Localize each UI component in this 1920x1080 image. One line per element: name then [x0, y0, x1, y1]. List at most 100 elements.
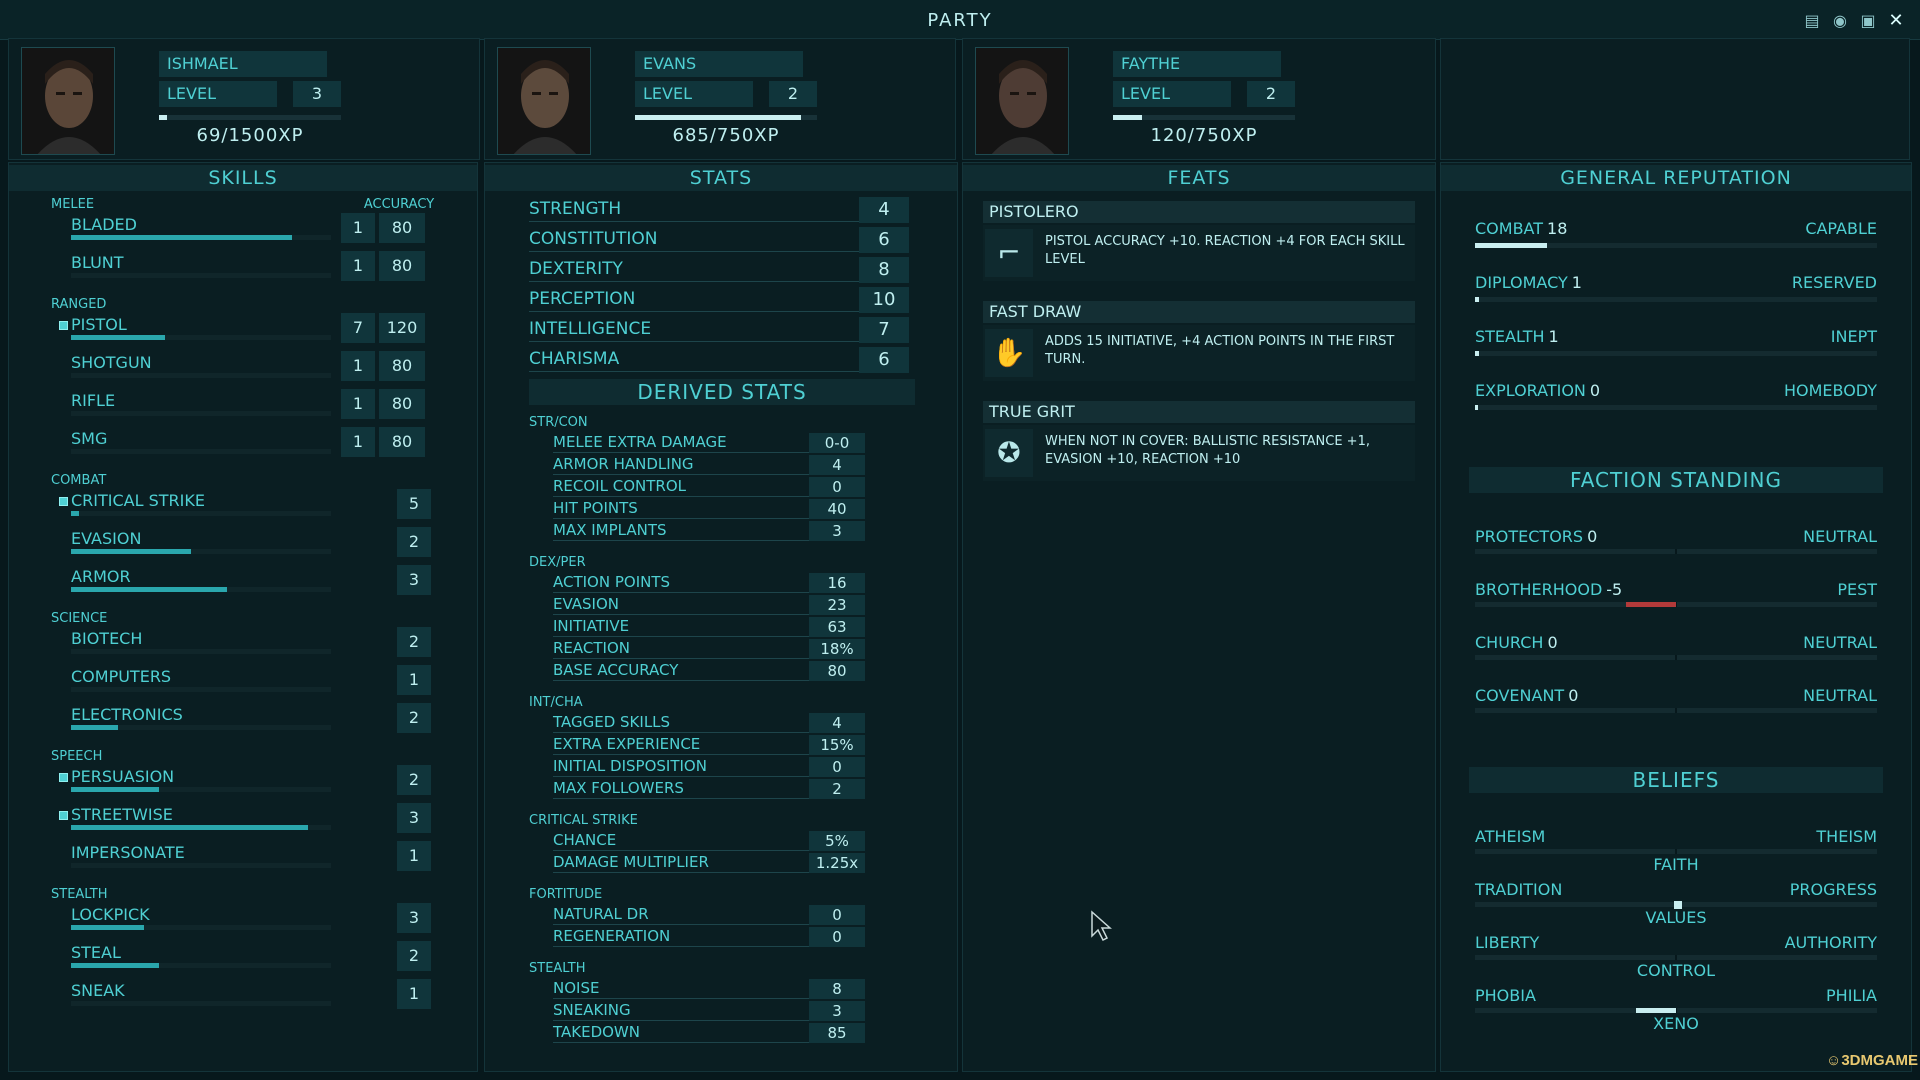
- skill-progress-bar: [71, 273, 331, 278]
- skill-accuracy: 80: [379, 427, 425, 457]
- derived-stat-value: 40: [809, 499, 865, 519]
- close-icon[interactable]: ✕: [1885, 10, 1907, 32]
- skill-value: 1: [397, 841, 431, 871]
- skill-name[interactable]: ARMOR: [71, 567, 131, 586]
- skill-name[interactable]: BLADED: [71, 215, 137, 234]
- derived-stat-name: RECOIL CONTROL: [553, 477, 686, 495]
- skill-name[interactable]: PISTOL: [71, 315, 127, 334]
- reputation-name[interactable]: COMBAT 18: [1475, 219, 1567, 238]
- skill-name[interactable]: SNEAK: [71, 981, 125, 1000]
- belief-bar[interactable]: [1475, 1008, 1877, 1013]
- character-icon[interactable]: ◉: [1829, 10, 1851, 32]
- feat-card[interactable]: ✋ ADDS 15 INITIATIVE, +4 ACTION POINTS IN…: [983, 325, 1415, 381]
- derived-divider: [553, 680, 809, 681]
- derived-divider: [553, 496, 809, 497]
- derived-stat-name: TAKEDOWN: [553, 1023, 640, 1041]
- belief-bar[interactable]: [1475, 955, 1877, 960]
- belief-bar[interactable]: [1475, 849, 1877, 854]
- portrait-avatar[interactable]: [975, 47, 1069, 155]
- skill-value: 1: [341, 389, 375, 419]
- derived-stat-name: MAX FOLLOWERS: [553, 779, 684, 797]
- feat-name[interactable]: FAST DRAW: [983, 301, 1415, 323]
- feat-card[interactable]: ✪ WHEN NOT IN COVER: BALLISTIC RESISTANCE…: [983, 425, 1415, 481]
- skill-name[interactable]: LOCKPICK: [71, 905, 150, 924]
- xp-bar-fill: [1113, 115, 1143, 120]
- derived-stat-value: 3: [809, 521, 865, 541]
- party-member-card[interactable]: FAYTHE LEVEL 2 120/750XP: [962, 38, 1436, 160]
- reputation-value: 1: [1548, 327, 1559, 346]
- derived-divider: [553, 1020, 809, 1021]
- feat-card[interactable]: ⌐ PISTOL ACCURACY +10. REACTION +4 FOR EA…: [983, 225, 1415, 281]
- faction-label: COVENANT: [1475, 686, 1565, 705]
- attribute-name: CHARISMA: [529, 349, 620, 369]
- skill-name[interactable]: SHOTGUN: [71, 353, 152, 372]
- skill-name[interactable]: CRITICAL STRIKE: [71, 491, 205, 510]
- skill-value: 2: [397, 941, 431, 971]
- portrait-avatar[interactable]: [21, 47, 115, 155]
- faction-rank: NEUTRAL: [1803, 633, 1877, 652]
- skill-name[interactable]: ELECTRONICS: [71, 705, 183, 724]
- reputation-name[interactable]: EXPLORATION 0: [1475, 381, 1600, 400]
- derived-stat-name: BASE ACCURACY: [553, 661, 679, 679]
- party-member-card[interactable]: EVANS LEVEL 2 685/750XP: [484, 38, 956, 160]
- derived-stat-value: 2: [809, 779, 865, 799]
- portrait-avatar[interactable]: [497, 47, 591, 155]
- faction-name[interactable]: COVENANT 0: [1475, 686, 1578, 705]
- belief-left-label: TRADITION: [1475, 880, 1563, 899]
- derived-divider: [553, 732, 809, 733]
- skill-name[interactable]: SMG: [71, 429, 107, 448]
- derived-divider: [553, 452, 809, 453]
- inventory-icon[interactable]: ▤: [1801, 10, 1823, 32]
- derived-divider: [553, 998, 809, 999]
- skill-name[interactable]: COMPUTERS: [71, 667, 171, 686]
- attribute-value: 10: [859, 287, 909, 313]
- skill-name[interactable]: BIOTECH: [71, 629, 142, 648]
- derived-stat-name: CHANCE: [553, 831, 617, 849]
- derived-divider: [553, 872, 809, 873]
- skill-progress-bar: [71, 411, 331, 416]
- skill-progress-bar: [71, 725, 331, 730]
- faction-name[interactable]: CHURCH 0: [1475, 633, 1558, 652]
- map-icon[interactable]: ▣: [1857, 10, 1879, 32]
- skill-value: 2: [397, 703, 431, 733]
- xp-text: 69/1500XP: [196, 125, 304, 146]
- faction-name[interactable]: BROTHERHOOD -5: [1475, 580, 1622, 599]
- party-member-card[interactable]: ISHMAEL LEVEL 3 69/1500XP: [8, 38, 480, 160]
- reputation-name[interactable]: STEALTH 1: [1475, 327, 1559, 346]
- derived-divider: [553, 850, 809, 851]
- empty-party-slot[interactable]: [1440, 38, 1910, 160]
- belief-bar[interactable]: [1475, 901, 1877, 909]
- derived-stat-name: HIT POINTS: [553, 499, 638, 517]
- derived-stat-value: 0: [809, 477, 865, 497]
- skill-progress-bar: [71, 373, 331, 378]
- skill-name[interactable]: STREETWISE: [71, 805, 173, 824]
- character-name: EVANS: [635, 51, 803, 77]
- skill-progress-bar: [71, 925, 331, 930]
- derived-stat-value: 0: [809, 757, 865, 777]
- reputation-name[interactable]: DIPLOMACY 1: [1475, 273, 1582, 292]
- feat-name[interactable]: PISTOLERO: [983, 201, 1415, 223]
- skill-progress-bar: [71, 963, 331, 968]
- derived-stat-value: 63: [809, 617, 865, 637]
- skill-name[interactable]: PERSUASION: [71, 767, 174, 786]
- derived-stat-value: 80: [809, 661, 865, 681]
- faction-bar: [1475, 602, 1877, 607]
- skill-name[interactable]: IMPERSONATE: [71, 843, 185, 862]
- faction-name[interactable]: PROTECTORS 0: [1475, 527, 1597, 546]
- level-label: LEVEL: [635, 81, 753, 107]
- xp-bar: [159, 115, 341, 120]
- window-title: PARTY: [927, 10, 993, 31]
- skill-name[interactable]: EVASION: [71, 529, 141, 548]
- skill-name[interactable]: RIFLE: [71, 391, 115, 410]
- skill-name[interactable]: BLUNT: [71, 253, 124, 272]
- tagged-skill-icon: [59, 773, 68, 782]
- feat-name[interactable]: TRUE GRIT: [983, 401, 1415, 423]
- attribute-name: PERCEPTION: [529, 289, 636, 309]
- reputation-value: 1: [1571, 273, 1582, 292]
- belief-right-label: PROGRESS: [1789, 880, 1877, 899]
- reputation-bar: [1475, 297, 1877, 302]
- mouse-cursor-icon: [1091, 910, 1112, 942]
- belief-right-label: PHILIA: [1826, 986, 1877, 1005]
- skill-name[interactable]: STEAL: [71, 943, 121, 962]
- reputation-bar: [1475, 351, 1877, 356]
